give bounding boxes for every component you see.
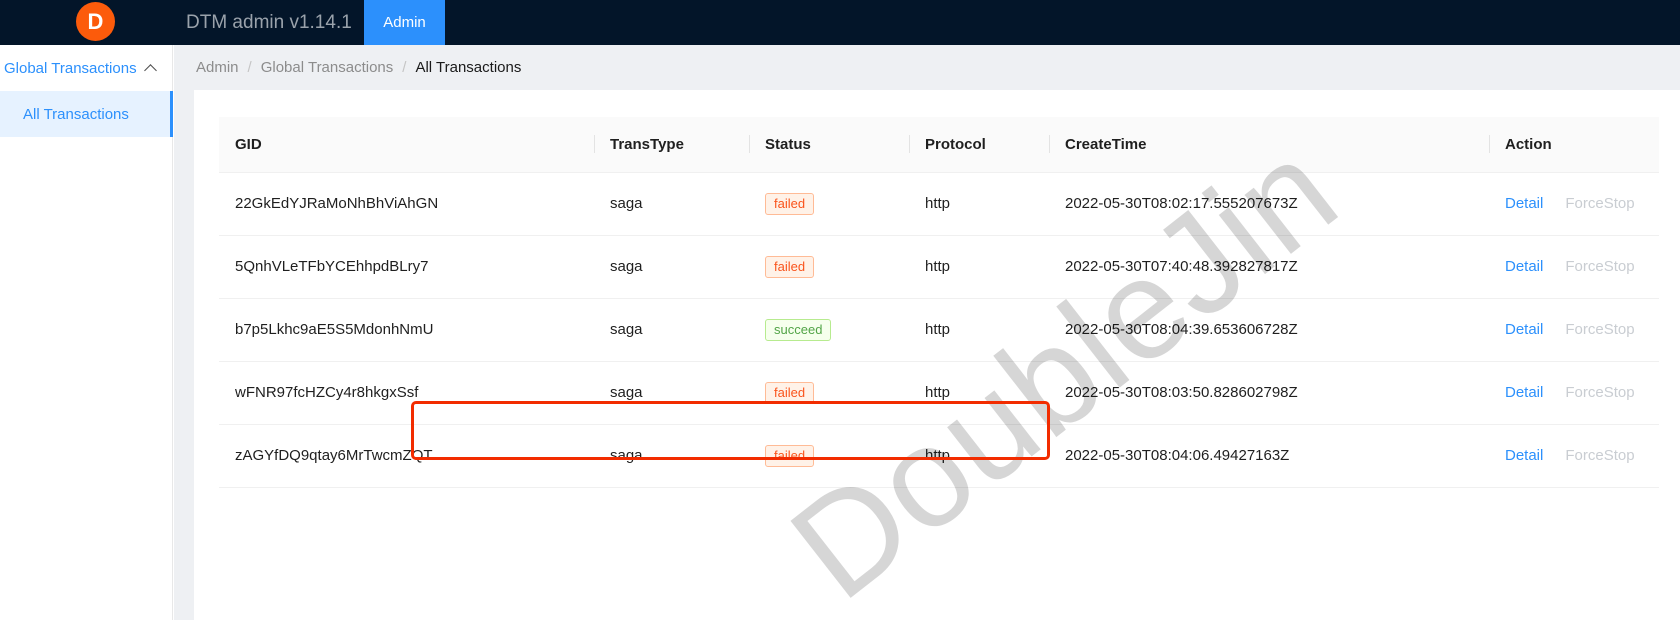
status-badge: succeed	[765, 318, 832, 341]
cell-protocol: http	[909, 298, 1049, 362]
cell-status: succeed	[749, 298, 909, 362]
breadcrumb-separator: /	[402, 59, 407, 76]
breadcrumb-item-global-transactions[interactable]: Global Transactions	[261, 59, 394, 76]
table-row[interactable]: wFNR97fcHZCy4r8hkgxSsf saga failed http 2022…	[219, 361, 1659, 425]
cell-status: failed	[749, 424, 909, 488]
cell-status: failed	[749, 361, 909, 425]
sidebar-group-global-transactions[interactable]: Global Transactions	[0, 45, 172, 91]
cell-action: Detail ForceStop	[1489, 298, 1659, 362]
forcestop-link: ForceStop	[1565, 321, 1635, 338]
cell-transtype: saga	[594, 424, 749, 488]
breadcrumb-item-all-transactions: All Transactions	[415, 59, 522, 76]
cell-transtype: saga	[594, 235, 749, 299]
table-row[interactable]: 5QnhVLeTFbYCEhhpdBLry7 saga failed http 2022…	[219, 235, 1659, 299]
cell-transtype: saga	[594, 298, 749, 362]
column-header-action[interactable]: Action	[1489, 117, 1659, 173]
cell-createtime: 2022-05-30T08:04:39.653606728Z	[1049, 298, 1489, 362]
sidebar-item-all-transactions[interactable]: All Transactions	[0, 91, 173, 137]
cell-transtype: saga	[594, 172, 749, 236]
cell-createtime: 2022-05-30T08:04:06.49427163Z	[1049, 424, 1489, 488]
cell-action: Detail ForceStop	[1489, 361, 1659, 425]
status-badge: failed	[765, 381, 815, 404]
table-row[interactable]: zAGYfDQ9qtay6MrTwcmZQT saga failed http 2022…	[219, 424, 1659, 488]
cell-gid: zAGYfDQ9qtay6MrTwcmZQT	[219, 424, 594, 488]
cell-createtime: 2022-05-30T08:02:17.555207673Z	[1049, 172, 1489, 236]
sidebar: Global Transactions All Transactions	[0, 45, 173, 620]
detail-link[interactable]: Detail	[1505, 384, 1543, 401]
table-row[interactable]: b7p5Lkhc9aE5S5MdonhNmU saga succeed http 202…	[219, 298, 1659, 362]
sidebar-group-label: Global Transactions	[4, 59, 137, 77]
cell-action: Detail ForceStop	[1489, 172, 1659, 236]
status-badge: failed	[765, 255, 815, 278]
cell-protocol: http	[909, 424, 1049, 488]
status-badge: failed	[765, 192, 815, 215]
table-body: 22GkEdYJRaMoNhBhViAhGN saga failed http 2022…	[219, 172, 1659, 488]
transactions-table: GID TransType Status Protocol CreateTime…	[219, 117, 1659, 488]
cell-action: Detail ForceStop	[1489, 235, 1659, 299]
cell-action: Detail ForceStop	[1489, 424, 1659, 488]
table-row[interactable]: 22GkEdYJRaMoNhBhViAhGN saga failed http 2022…	[219, 172, 1659, 236]
forcestop-link: ForceStop	[1565, 195, 1635, 212]
cell-gid: 22GkEdYJRaMoNhBhViAhGN	[219, 172, 594, 236]
cell-gid: b7p5Lkhc9aE5S5MdonhNmU	[219, 298, 594, 362]
breadcrumb-separator: /	[247, 59, 252, 76]
column-header-transtype[interactable]: TransType	[594, 117, 749, 173]
column-header-createtime[interactable]: CreateTime	[1049, 117, 1489, 173]
breadcrumb-item-admin[interactable]: Admin	[196, 59, 239, 76]
forcestop-link: ForceStop	[1565, 447, 1635, 464]
transactions-table-wrapper: GID TransType Status Protocol CreateTime…	[219, 117, 1659, 488]
status-badge: failed	[765, 444, 815, 467]
cell-status: failed	[749, 235, 909, 299]
cell-protocol: http	[909, 361, 1049, 425]
cell-status: failed	[749, 172, 909, 236]
cell-gid: wFNR97fcHZCy4r8hkgxSsf	[219, 361, 594, 425]
detail-link[interactable]: Detail	[1505, 258, 1543, 275]
cell-gid: 5QnhVLeTFbYCEhhpdBLry7	[219, 235, 594, 299]
cell-createtime: 2022-05-30T08:03:50.828602798Z	[1049, 361, 1489, 425]
column-header-gid[interactable]: GID	[219, 117, 594, 173]
forcestop-link: ForceStop	[1565, 384, 1635, 401]
brand-logo-icon[interactable]: D	[76, 2, 115, 41]
cell-transtype: saga	[594, 361, 749, 425]
cell-protocol: http	[909, 172, 1049, 236]
main-content: Admin / Global Transactions / All Transa…	[174, 45, 1680, 620]
table-header: GID TransType Status Protocol CreateTime…	[219, 117, 1659, 173]
forcestop-link: ForceStop	[1565, 258, 1635, 275]
column-header-status[interactable]: Status	[749, 117, 909, 173]
table-header-row: GID TransType Status Protocol CreateTime…	[219, 117, 1659, 173]
chevron-up-icon[interactable]	[145, 62, 158, 75]
detail-link[interactable]: Detail	[1505, 447, 1543, 464]
column-header-protocol[interactable]: Protocol	[909, 117, 1049, 173]
cell-createtime: 2022-05-30T07:40:48.392827817Z	[1049, 235, 1489, 299]
app-root: D DTM admin v1.14.1 Admin Global Transac…	[0, 0, 1680, 620]
detail-link[interactable]: Detail	[1505, 321, 1543, 338]
sidebar-item-label: All Transactions	[23, 105, 129, 123]
detail-link[interactable]: Detail	[1505, 195, 1543, 212]
breadcrumb: Admin / Global Transactions / All Transa…	[174, 45, 1680, 90]
content-card: GID TransType Status Protocol CreateTime…	[194, 90, 1680, 620]
tab-admin[interactable]: Admin	[364, 0, 445, 45]
top-navigation-bar: D DTM admin v1.14.1 Admin	[0, 0, 1680, 45]
cell-protocol: http	[909, 235, 1049, 299]
app-title: DTM admin v1.14.1	[186, 12, 352, 33]
